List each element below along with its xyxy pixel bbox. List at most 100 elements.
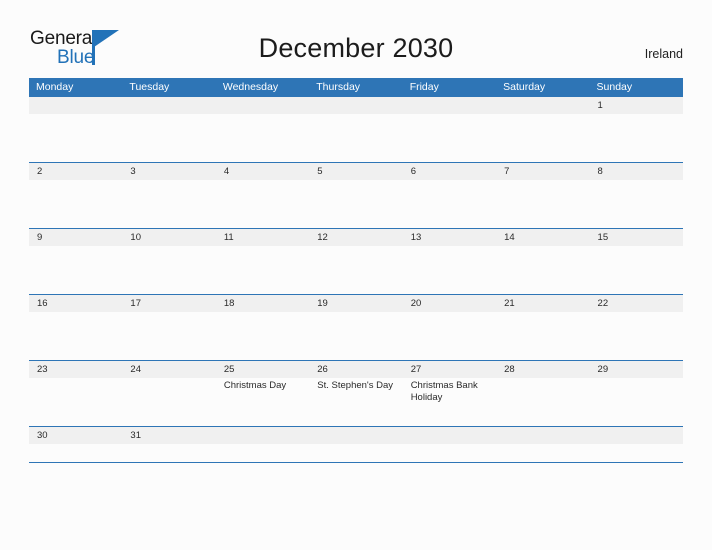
day-cell[interactable] [496,378,589,426]
day-cell[interactable] [403,312,496,360]
page-header: General Blue December 2030 Ireland [0,0,712,78]
day-cell[interactable] [590,246,683,294]
day-cell[interactable] [216,246,309,294]
day-cell[interactable] [309,246,402,294]
day-cell[interactable] [496,180,589,228]
day-number[interactable]: 4 [216,163,309,180]
day-number[interactable]: 12 [309,229,402,246]
day-cell[interactable] [590,180,683,228]
day-cell[interactable] [29,246,122,294]
day-number[interactable]: 16 [29,295,122,312]
day-number[interactable]: 6 [403,163,496,180]
day-number-empty [216,97,309,114]
day-number-empty [309,97,402,114]
day-cell[interactable] [403,114,496,162]
day-cell[interactable] [29,114,122,162]
day-number-empty [29,97,122,114]
day-number[interactable]: 28 [496,361,589,378]
day-cell[interactable] [590,114,683,162]
day-cell[interactable] [29,312,122,360]
day-number[interactable]: 22 [590,295,683,312]
day-number[interactable]: 14 [496,229,589,246]
day-cell[interactable] [590,444,683,462]
day-number-empty [590,427,683,444]
day-cell[interactable] [122,312,215,360]
day-cell[interactable]: Christmas Day [216,378,309,426]
calendar-week-row: 9 10 11 12 13 14 15 [29,229,683,295]
day-number[interactable]: 20 [403,295,496,312]
calendar-grid: Monday Tuesday Wednesday Thursday Friday… [29,78,683,463]
day-number[interactable]: 9 [29,229,122,246]
day-number-empty [403,427,496,444]
day-cell[interactable] [590,312,683,360]
day-cell[interactable] [403,246,496,294]
day-number[interactable]: 5 [309,163,402,180]
week-event-strip [29,180,683,228]
day-number[interactable]: 24 [122,361,215,378]
day-number[interactable]: 7 [496,163,589,180]
day-cell[interactable] [496,114,589,162]
day-number-empty [216,427,309,444]
holiday-label: Christmas Day [223,380,287,391]
week-date-strip: 1 [29,97,683,114]
day-number[interactable]: 31 [122,427,215,444]
day-cell[interactable] [403,444,496,462]
day-number[interactable]: 3 [122,163,215,180]
day-cell[interactable] [122,378,215,426]
day-cell[interactable] [29,180,122,228]
week-date-strip: 9 10 11 12 13 14 15 [29,229,683,246]
day-number[interactable]: 23 [29,361,122,378]
weekday-header-monday: Monday [36,81,74,93]
day-cell[interactable] [122,444,215,462]
day-cell[interactable] [309,114,402,162]
day-cell[interactable] [403,180,496,228]
day-cell[interactable]: St. Stephen's Day [309,378,402,426]
country-label: Ireland [644,47,683,61]
day-number[interactable]: 30 [29,427,122,444]
day-number[interactable]: 21 [496,295,589,312]
day-number[interactable]: 26 [309,361,402,378]
day-cell[interactable] [309,312,402,360]
day-cell[interactable] [216,114,309,162]
day-cell[interactable] [216,312,309,360]
day-number[interactable]: 17 [122,295,215,312]
day-number[interactable]: 10 [122,229,215,246]
day-cell[interactable] [29,378,122,426]
day-cell[interactable] [122,180,215,228]
day-number[interactable]: 11 [216,229,309,246]
day-number[interactable]: 13 [403,229,496,246]
day-number[interactable]: 1 [590,97,683,114]
day-number-empty [496,427,589,444]
day-cell[interactable] [496,444,589,462]
day-number[interactable]: 8 [590,163,683,180]
week-event-strip [29,114,683,162]
day-cell[interactable] [590,378,683,426]
calendar-weeks: 1 2 3 4 5 6 7 8 9 10 11 12 13 14 15 16 17 18 19 20 21 22 23 24 2… [29,97,683,463]
day-cell[interactable] [309,444,402,462]
weekday-header-row: Monday Tuesday Wednesday Thursday Friday… [29,78,683,97]
day-cell[interactable] [216,180,309,228]
calendar-week-row: 23 24 25 26 27 28 29 Christmas Day St. Stephen's… [29,361,683,427]
day-number[interactable]: 27 [403,361,496,378]
day-number[interactable]: 19 [309,295,402,312]
day-cell[interactable] [496,246,589,294]
day-number[interactable]: 25 [216,361,309,378]
day-cell[interactable] [216,444,309,462]
day-number[interactable]: 2 [29,163,122,180]
day-cell[interactable] [29,444,122,462]
weekday-header-friday: Friday [409,81,439,93]
day-cell[interactable] [496,312,589,360]
week-event-strip [29,246,683,294]
day-cell[interactable]: Christmas Bank Holiday [403,378,496,426]
day-number[interactable]: 29 [590,361,683,378]
day-number[interactable]: 18 [216,295,309,312]
week-event-strip [29,312,683,360]
day-number-empty [403,97,496,114]
day-cell[interactable] [309,180,402,228]
day-number[interactable]: 15 [590,229,683,246]
week-date-strip: 2345678 [29,163,683,180]
day-cell[interactable] [122,114,215,162]
week-date-strip: 16 17 18 19 20 21 22 [29,295,683,312]
day-cell[interactable] [122,246,215,294]
page-title: December 2030 [258,33,454,63]
